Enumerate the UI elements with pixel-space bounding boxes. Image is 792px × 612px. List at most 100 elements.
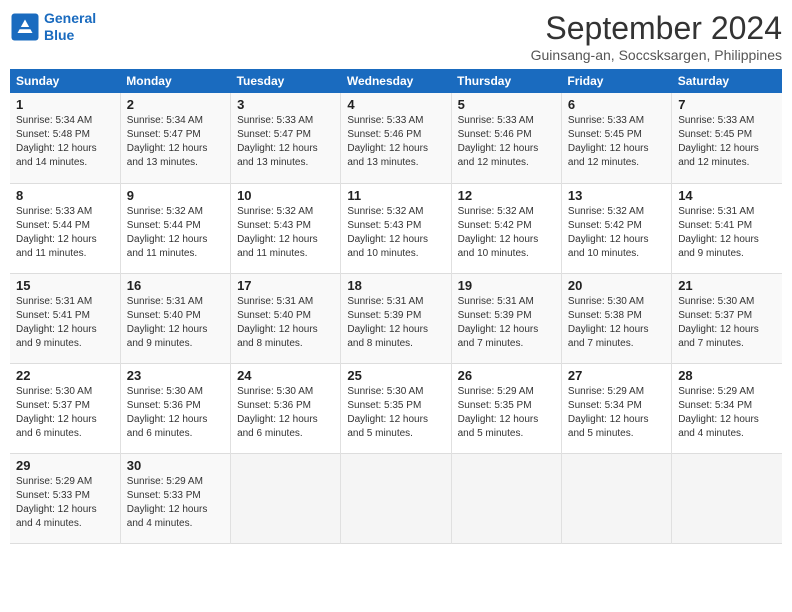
day-info: Sunrise: 5:29 AMSunset: 5:34 PMDaylight:… — [568, 386, 649, 439]
day-number: 10 — [237, 188, 334, 203]
calendar-day-cell: 20 Sunrise: 5:30 AMSunset: 5:38 PMDaylig… — [561, 273, 671, 363]
page-header: General Blue September 2024 Guinsang-an,… — [10, 10, 782, 63]
day-number: 6 — [568, 97, 665, 112]
day-number: 29 — [16, 458, 114, 473]
day-number: 20 — [568, 278, 665, 293]
day-info: Sunrise: 5:33 AMSunset: 5:47 PMDaylight:… — [237, 115, 318, 168]
day-number: 2 — [127, 97, 224, 112]
calendar-week-row: 22 Sunrise: 5:30 AMSunset: 5:37 PMDaylig… — [10, 363, 782, 453]
day-info: Sunrise: 5:29 AMSunset: 5:35 PMDaylight:… — [458, 386, 539, 439]
logo-line1: General — [44, 10, 96, 26]
logo-line2: Blue — [44, 27, 74, 43]
day-number: 9 — [127, 188, 224, 203]
calendar-day-cell: 5 Sunrise: 5:33 AMSunset: 5:46 PMDayligh… — [451, 93, 561, 183]
logo-icon — [10, 12, 40, 42]
day-info: Sunrise: 5:30 AMSunset: 5:37 PMDaylight:… — [678, 296, 759, 349]
day-info: Sunrise: 5:29 AMSunset: 5:34 PMDaylight:… — [678, 386, 759, 439]
day-number: 26 — [458, 368, 555, 383]
weekday-header-sunday: Sunday — [10, 69, 120, 93]
day-info: Sunrise: 5:30 AMSunset: 5:36 PMDaylight:… — [127, 386, 208, 439]
calendar-day-cell: 21 Sunrise: 5:30 AMSunset: 5:37 PMDaylig… — [672, 273, 782, 363]
day-number: 28 — [678, 368, 776, 383]
day-info: Sunrise: 5:31 AMSunset: 5:40 PMDaylight:… — [237, 296, 318, 349]
weekday-header-wednesday: Wednesday — [341, 69, 451, 93]
day-number: 12 — [458, 188, 555, 203]
day-info: Sunrise: 5:31 AMSunset: 5:41 PMDaylight:… — [678, 206, 759, 259]
calendar-week-row: 1 Sunrise: 5:34 AMSunset: 5:48 PMDayligh… — [10, 93, 782, 183]
day-number: 3 — [237, 97, 334, 112]
calendar-day-cell: 7 Sunrise: 5:33 AMSunset: 5:45 PMDayligh… — [672, 93, 782, 183]
day-info: Sunrise: 5:33 AMSunset: 5:46 PMDaylight:… — [458, 115, 539, 168]
calendar-week-row: 29 Sunrise: 5:29 AMSunset: 5:33 PMDaylig… — [10, 453, 782, 543]
empty-cell — [341, 453, 451, 543]
calendar-day-cell: 25 Sunrise: 5:30 AMSunset: 5:35 PMDaylig… — [341, 363, 451, 453]
title-block: September 2024 Guinsang-an, Soccsksargen… — [531, 10, 782, 63]
day-info: Sunrise: 5:31 AMSunset: 5:41 PMDaylight:… — [16, 296, 97, 349]
day-number: 13 — [568, 188, 665, 203]
calendar-day-cell: 23 Sunrise: 5:30 AMSunset: 5:36 PMDaylig… — [120, 363, 230, 453]
calendar-day-cell: 10 Sunrise: 5:32 AMSunset: 5:43 PMDaylig… — [231, 183, 341, 273]
weekday-header-friday: Friday — [561, 69, 671, 93]
calendar-day-cell: 26 Sunrise: 5:29 AMSunset: 5:35 PMDaylig… — [451, 363, 561, 453]
calendar-day-cell: 8 Sunrise: 5:33 AMSunset: 5:44 PMDayligh… — [10, 183, 120, 273]
calendar-day-cell: 30 Sunrise: 5:29 AMSunset: 5:33 PMDaylig… — [120, 453, 230, 543]
calendar-day-cell: 14 Sunrise: 5:31 AMSunset: 5:41 PMDaylig… — [672, 183, 782, 273]
day-number: 7 — [678, 97, 776, 112]
logo-text: General Blue — [44, 10, 96, 44]
day-number: 1 — [16, 97, 114, 112]
calendar-day-cell: 16 Sunrise: 5:31 AMSunset: 5:40 PMDaylig… — [120, 273, 230, 363]
day-info: Sunrise: 5:33 AMSunset: 5:45 PMDaylight:… — [568, 115, 649, 168]
calendar-day-cell: 6 Sunrise: 5:33 AMSunset: 5:45 PMDayligh… — [561, 93, 671, 183]
day-number: 18 — [347, 278, 444, 293]
day-number: 19 — [458, 278, 555, 293]
calendar-day-cell: 1 Sunrise: 5:34 AMSunset: 5:48 PMDayligh… — [10, 93, 120, 183]
empty-cell — [231, 453, 341, 543]
page-title: September 2024 — [531, 10, 782, 47]
calendar-day-cell: 27 Sunrise: 5:29 AMSunset: 5:34 PMDaylig… — [561, 363, 671, 453]
day-number: 30 — [127, 458, 224, 473]
day-info: Sunrise: 5:30 AMSunset: 5:37 PMDaylight:… — [16, 386, 97, 439]
day-info: Sunrise: 5:30 AMSunset: 5:35 PMDaylight:… — [347, 386, 428, 439]
day-number: 14 — [678, 188, 776, 203]
calendar-day-cell: 9 Sunrise: 5:32 AMSunset: 5:44 PMDayligh… — [120, 183, 230, 273]
calendar-day-cell: 11 Sunrise: 5:32 AMSunset: 5:43 PMDaylig… — [341, 183, 451, 273]
day-number: 15 — [16, 278, 114, 293]
day-info: Sunrise: 5:30 AMSunset: 5:36 PMDaylight:… — [237, 386, 318, 439]
calendar-day-cell: 29 Sunrise: 5:29 AMSunset: 5:33 PMDaylig… — [10, 453, 120, 543]
page-subtitle: Guinsang-an, Soccsksargen, Philippines — [531, 47, 782, 63]
day-info: Sunrise: 5:32 AMSunset: 5:42 PMDaylight:… — [568, 206, 649, 259]
day-number: 24 — [237, 368, 334, 383]
calendar-day-cell: 3 Sunrise: 5:33 AMSunset: 5:47 PMDayligh… — [231, 93, 341, 183]
day-info: Sunrise: 5:33 AMSunset: 5:44 PMDaylight:… — [16, 206, 97, 259]
calendar-day-cell: 17 Sunrise: 5:31 AMSunset: 5:40 PMDaylig… — [231, 273, 341, 363]
day-number: 16 — [127, 278, 224, 293]
calendar-day-cell: 12 Sunrise: 5:32 AMSunset: 5:42 PMDaylig… — [451, 183, 561, 273]
empty-cell — [451, 453, 561, 543]
day-number: 21 — [678, 278, 776, 293]
weekday-header-tuesday: Tuesday — [231, 69, 341, 93]
day-info: Sunrise: 5:32 AMSunset: 5:44 PMDaylight:… — [127, 206, 208, 259]
day-info: Sunrise: 5:32 AMSunset: 5:43 PMDaylight:… — [237, 206, 318, 259]
calendar-table: SundayMondayTuesdayWednesdayThursdayFrid… — [10, 69, 782, 544]
calendar-day-cell: 22 Sunrise: 5:30 AMSunset: 5:37 PMDaylig… — [10, 363, 120, 453]
calendar-day-cell: 28 Sunrise: 5:29 AMSunset: 5:34 PMDaylig… — [672, 363, 782, 453]
day-number: 11 — [347, 188, 444, 203]
calendar-day-cell: 4 Sunrise: 5:33 AMSunset: 5:46 PMDayligh… — [341, 93, 451, 183]
day-info: Sunrise: 5:31 AMSunset: 5:39 PMDaylight:… — [347, 296, 428, 349]
logo: General Blue — [10, 10, 96, 44]
calendar-week-row: 8 Sunrise: 5:33 AMSunset: 5:44 PMDayligh… — [10, 183, 782, 273]
day-number: 23 — [127, 368, 224, 383]
day-info: Sunrise: 5:34 AMSunset: 5:48 PMDaylight:… — [16, 115, 97, 168]
day-number: 22 — [16, 368, 114, 383]
calendar-day-cell: 24 Sunrise: 5:30 AMSunset: 5:36 PMDaylig… — [231, 363, 341, 453]
day-number: 17 — [237, 278, 334, 293]
day-number: 27 — [568, 368, 665, 383]
day-info: Sunrise: 5:32 AMSunset: 5:43 PMDaylight:… — [347, 206, 428, 259]
day-number: 8 — [16, 188, 114, 203]
day-number: 25 — [347, 368, 444, 383]
calendar-day-cell: 19 Sunrise: 5:31 AMSunset: 5:39 PMDaylig… — [451, 273, 561, 363]
weekday-header-row: SundayMondayTuesdayWednesdayThursdayFrid… — [10, 69, 782, 93]
day-info: Sunrise: 5:32 AMSunset: 5:42 PMDaylight:… — [458, 206, 539, 259]
calendar-day-cell: 13 Sunrise: 5:32 AMSunset: 5:42 PMDaylig… — [561, 183, 671, 273]
day-number: 5 — [458, 97, 555, 112]
